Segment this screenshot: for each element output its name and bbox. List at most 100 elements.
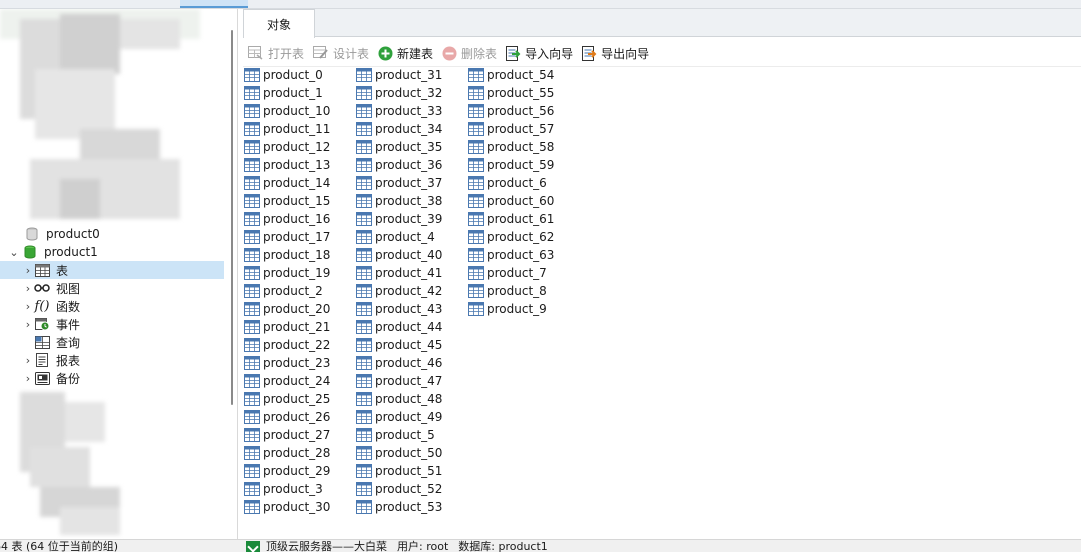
- tab-objects[interactable]: 对象: [243, 9, 315, 38]
- table-item[interactable]: product_58: [468, 138, 554, 156]
- table-item[interactable]: product_46: [356, 354, 442, 372]
- table-item[interactable]: product_6: [468, 174, 547, 192]
- table-item[interactable]: product_35: [356, 138, 442, 156]
- table-item[interactable]: product_52: [356, 480, 442, 498]
- design-table-button[interactable]: 设计表: [313, 43, 369, 63]
- table-item[interactable]: product_3: [244, 480, 323, 498]
- tree-item-functions[interactable]: › f() 函数: [0, 297, 224, 315]
- table-item[interactable]: product_49: [356, 408, 442, 426]
- table-item[interactable]: product_51: [356, 462, 442, 480]
- table-item[interactable]: product_26: [244, 408, 330, 426]
- table-item[interactable]: product_28: [244, 444, 330, 462]
- table-name: product_59: [487, 158, 555, 172]
- chevron-right-icon[interactable]: ›: [22, 282, 34, 295]
- table-item[interactable]: product_22: [244, 336, 330, 354]
- table-item[interactable]: product_60: [468, 192, 554, 210]
- chevron-right-icon[interactable]: ›: [22, 300, 34, 313]
- table-item[interactable]: product_50: [356, 444, 442, 462]
- delete-table-button[interactable]: 删除表: [442, 43, 497, 63]
- table-item[interactable]: product_14: [244, 174, 330, 192]
- table-icon: [468, 122, 484, 136]
- table-item[interactable]: product_23: [244, 354, 330, 372]
- table-item[interactable]: product_37: [356, 174, 442, 192]
- table-name: product_35: [375, 140, 443, 154]
- table-item[interactable]: product_4: [356, 228, 435, 246]
- table-item[interactable]: product_11: [244, 120, 330, 138]
- table-item[interactable]: product_16: [244, 210, 330, 228]
- table-item[interactable]: product_62: [468, 228, 554, 246]
- table-item[interactable]: product_34: [356, 120, 442, 138]
- open-table-button[interactable]: 打开表: [248, 43, 304, 63]
- table-item[interactable]: product_47: [356, 372, 442, 390]
- chevron-down-icon[interactable]: ⌄: [8, 246, 20, 259]
- table-item[interactable]: product_29: [244, 462, 330, 480]
- table-item[interactable]: product_8: [468, 282, 547, 300]
- chevron-right-icon[interactable]: ›: [22, 372, 34, 385]
- table-item[interactable]: product_21: [244, 318, 330, 336]
- table-item[interactable]: product_48: [356, 390, 442, 408]
- table-icon: [468, 212, 484, 226]
- table-name: product_4: [375, 230, 435, 244]
- table-item[interactable]: product_31: [356, 66, 442, 84]
- table-item[interactable]: product_17: [244, 228, 330, 246]
- table-item[interactable]: product_20: [244, 300, 330, 318]
- table-item[interactable]: product_43: [356, 300, 442, 318]
- table-name: product_55: [487, 86, 555, 100]
- table-item[interactable]: product_53: [356, 498, 442, 516]
- pane-splitter[interactable]: [237, 9, 238, 539]
- table-item[interactable]: product_12: [244, 138, 330, 156]
- table-item[interactable]: product_45: [356, 336, 442, 354]
- table-item[interactable]: product_63: [468, 246, 554, 264]
- table-item[interactable]: product_44: [356, 318, 442, 336]
- active-menu-tab[interactable]: [180, 0, 248, 8]
- table-item[interactable]: product_42: [356, 282, 442, 300]
- table-item[interactable]: product_33: [356, 102, 442, 120]
- table-item[interactable]: product_24: [244, 372, 330, 390]
- table-item[interactable]: product_40: [356, 246, 442, 264]
- table-item[interactable]: product_7: [468, 264, 547, 282]
- table-item[interactable]: product_56: [468, 102, 554, 120]
- tree-item-events[interactable]: › 事件: [0, 315, 224, 333]
- table-item[interactable]: product_38: [356, 192, 442, 210]
- tree-item-tables[interactable]: › 表: [0, 261, 224, 279]
- table-item[interactable]: product_9: [468, 300, 547, 318]
- table-item[interactable]: product_15: [244, 192, 330, 210]
- tree-item-views[interactable]: › 视图: [0, 279, 224, 297]
- chevron-right-icon[interactable]: ›: [22, 318, 34, 331]
- table-name: product_44: [375, 320, 443, 334]
- chevron-right-icon[interactable]: ›: [22, 264, 34, 277]
- tree-item-queries[interactable]: 查询: [0, 333, 224, 351]
- table-item[interactable]: product_41: [356, 264, 442, 282]
- export-wizard-button[interactable]: 导出向导: [582, 43, 649, 63]
- table-item[interactable]: product_32: [356, 84, 442, 102]
- tree-item-product0[interactable]: product0: [0, 225, 224, 243]
- chevron-right-icon[interactable]: ›: [22, 354, 34, 367]
- table-item[interactable]: product_36: [356, 156, 442, 174]
- table-item[interactable]: product_39: [356, 210, 442, 228]
- import-wizard-button[interactable]: 导入向导: [506, 43, 573, 63]
- tree-item-product1[interactable]: ⌄ product1: [0, 243, 224, 261]
- table-item[interactable]: product_25: [244, 390, 330, 408]
- table-item[interactable]: product_54: [468, 66, 554, 84]
- navigator-scrollbar[interactable]: [231, 30, 233, 405]
- tree-item-backups[interactable]: › 备份: [0, 369, 224, 387]
- table-item[interactable]: product_27: [244, 426, 330, 444]
- table-item[interactable]: product_0: [244, 66, 323, 84]
- table-icon: [244, 194, 260, 208]
- new-table-button[interactable]: 新建表: [378, 43, 433, 63]
- table-item[interactable]: product_55: [468, 84, 554, 102]
- tree-item-reports[interactable]: › 报表: [0, 351, 224, 369]
- table-icon: [356, 428, 372, 442]
- table-item[interactable]: product_59: [468, 156, 554, 174]
- table-item[interactable]: product_13: [244, 156, 330, 174]
- table-item[interactable]: product_10: [244, 102, 330, 120]
- table-item[interactable]: product_19: [244, 264, 330, 282]
- table-item[interactable]: product_61: [468, 210, 554, 228]
- table-item[interactable]: product_1: [244, 84, 323, 102]
- table-item[interactable]: product_57: [468, 120, 554, 138]
- table-item[interactable]: product_18: [244, 246, 330, 264]
- table-name: product_14: [263, 176, 331, 190]
- table-item[interactable]: product_2: [244, 282, 323, 300]
- table-item[interactable]: product_5: [356, 426, 435, 444]
- table-item[interactable]: product_30: [244, 498, 330, 516]
